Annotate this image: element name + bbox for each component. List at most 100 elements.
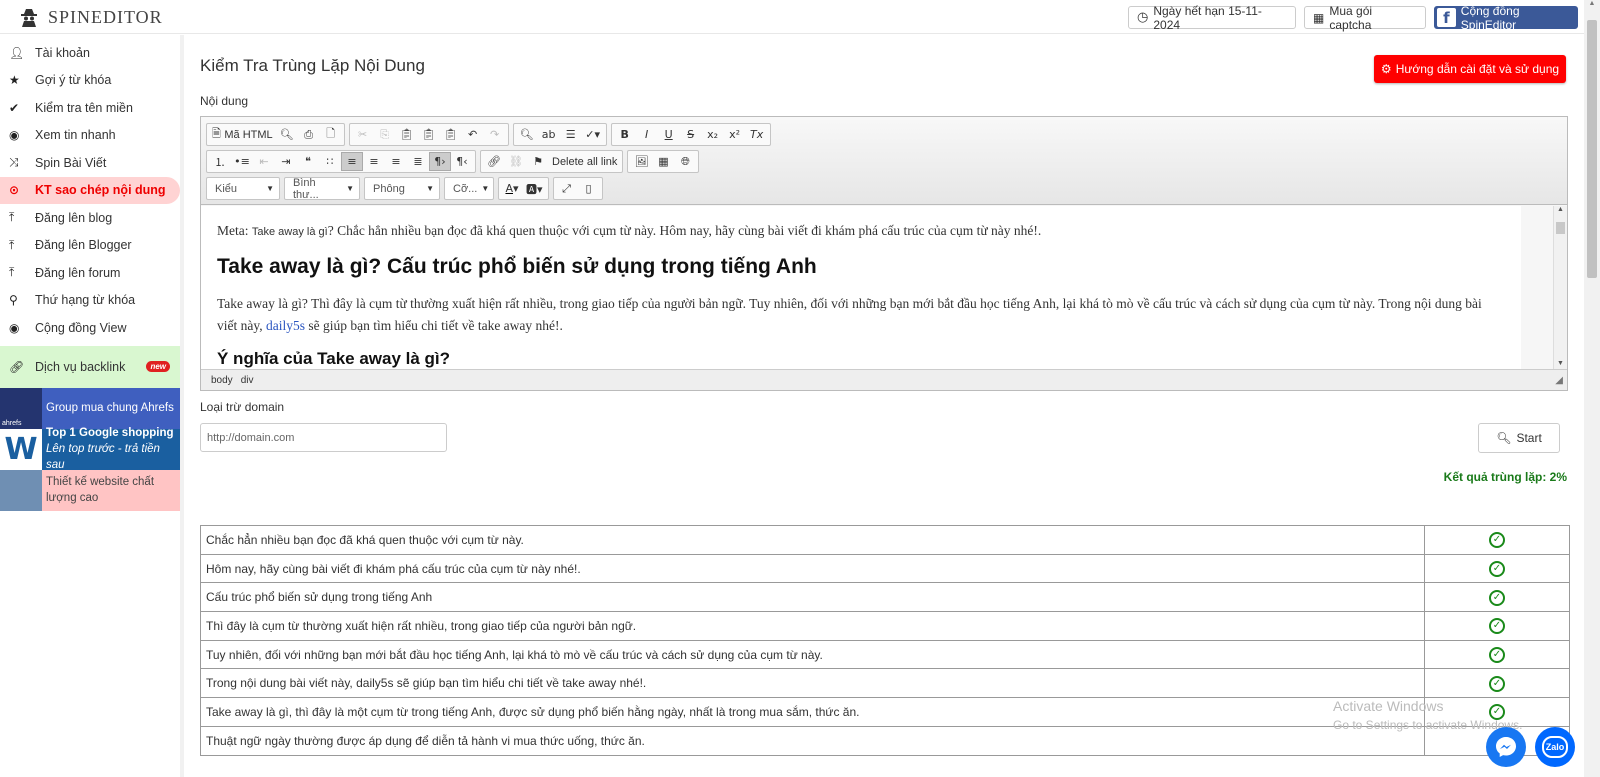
format-combo[interactable]: Bình thư... ▼: [284, 177, 360, 201]
indent-icon[interactable]: ⇥: [275, 152, 297, 171]
sidebar-item-domain-check[interactable]: ✔ Kiểm tra tên miền: [0, 94, 180, 122]
check-circle-icon: ✓: [1489, 647, 1505, 664]
promo-ahrefs[interactable]: ahrefs Group mua chung Ahrefs: [0, 387, 180, 429]
delete-all-links-button[interactable]: Delete all link: [549, 152, 620, 171]
link-icon[interactable]: 🔗︎: [483, 152, 505, 171]
editor-document[interactable]: Meta: Take away là gì? Chắc hẳn nhiều bạ…: [201, 206, 1521, 369]
sidebar-item-backlink[interactable]: 🔗︎ Dịch vụ backlink new: [0, 345, 180, 388]
bg-color-icon[interactable]: 🅰︎▾: [523, 179, 546, 198]
sidebar-item-label: Cộng đồng View: [35, 320, 127, 335]
unlink-icon[interactable]: ⛓: [505, 152, 527, 171]
numbered-list-icon[interactable]: ⒈: [209, 152, 231, 171]
sidebar-item-quick-news[interactable]: ◉ Xem tin nhanh: [0, 122, 180, 150]
path-div[interactable]: div: [241, 375, 254, 386]
strike-icon[interactable]: S: [680, 125, 702, 144]
status-cell: ✓: [1424, 668, 1570, 699]
table-row: Trong nội dung bài viết này, daily5s sẽ …: [200, 668, 1570, 699]
paste-word-icon[interactable]: 📋︎: [440, 125, 462, 144]
anchor-icon[interactable]: ⚑: [527, 152, 549, 171]
sidebar-item-account[interactable]: 👤︎ Tài khoản: [0, 39, 180, 67]
bulleted-list-icon[interactable]: •≡: [231, 152, 253, 171]
copy-icon[interactable]: ⎘: [374, 125, 396, 144]
promo-web-design[interactable]: Thiết kế website chất lượng cao: [0, 469, 180, 511]
outdent-icon[interactable]: ⇤: [253, 152, 275, 171]
sidebar-item-post-blogger[interactable]: ⤒ Đăng lên Blogger: [0, 232, 180, 260]
link-group: 🔗︎ ⛓ ⚑ Delete all link: [480, 150, 624, 173]
rtl-icon[interactable]: ¶‹: [451, 152, 473, 171]
print-icon[interactable]: ⎙: [298, 125, 320, 144]
text-color-icon[interactable]: A ▾: [501, 179, 523, 198]
table-row: Cấu trúc phổ biến sử dụng trong tiếng An…: [200, 582, 1570, 613]
sentence-cell: Thuật ngữ ngày thường được áp dụng để di…: [200, 725, 1425, 756]
div-icon[interactable]: ∷: [319, 152, 341, 171]
remove-format-icon[interactable]: Tx: [746, 125, 768, 144]
scroll-up-icon[interactable]: ▲: [1554, 206, 1567, 213]
find-group: 🔍︎ ab ☰ ✓▾: [512, 123, 607, 146]
style-combo[interactable]: Kiểu ▼: [206, 177, 280, 200]
align-left-icon[interactable]: ≡: [341, 152, 363, 171]
sidebar-item-label: Tài khoản: [35, 45, 90, 60]
resize-handle-icon[interactable]: ◢: [1555, 375, 1563, 386]
community-button[interactable]: f Cộng đồng SpinEditor: [1434, 4, 1578, 32]
justify-icon[interactable]: ≣: [407, 152, 429, 171]
superscript-icon[interactable]: x²: [724, 125, 746, 144]
expiry-button[interactable]: ◷ Ngày hết hạn 15-11-2024: [1128, 4, 1296, 32]
spellcheck-icon[interactable]: ✓▾: [582, 125, 604, 144]
messenger-button[interactable]: [1486, 727, 1526, 767]
daily5s-link[interactable]: daily5s: [266, 318, 305, 333]
cut-icon[interactable]: ✂: [352, 125, 374, 144]
paste-icon[interactable]: 📋︎: [396, 125, 418, 144]
logo[interactable]: SPINEDITOR: [18, 6, 163, 28]
align-center-icon[interactable]: ≡: [363, 152, 385, 171]
color-group: A ▾ 🅰︎▾: [498, 177, 549, 200]
underline-icon[interactable]: U: [658, 125, 680, 144]
show-blocks-icon[interactable]: ▯: [578, 179, 600, 198]
redo-icon[interactable]: ↷: [484, 125, 506, 144]
sidebar-item-keyword-rank[interactable]: ⚲ Thứ hạng từ khóa: [0, 287, 180, 315]
blockquote-icon[interactable]: ❝: [297, 152, 319, 171]
iframe-icon[interactable]: 🌐︎: [674, 152, 696, 171]
chevron-down-icon: ▼: [266, 184, 274, 193]
italic-icon[interactable]: I: [636, 125, 658, 144]
maximize-icon[interactable]: ⤢: [556, 179, 578, 198]
source-button[interactable]: 🗎︎ Mã HTML: [209, 125, 276, 144]
star-icon: ★: [9, 73, 20, 88]
paste-text-icon[interactable]: 📋︎: [418, 125, 440, 144]
font-combo-value: Phông: [373, 182, 405, 195]
image-icon[interactable]: 🖼︎: [630, 152, 652, 171]
font-combo[interactable]: Phông ▼: [364, 177, 440, 200]
sidebar-item-post-forum[interactable]: ⤒ Đăng lên forum: [0, 259, 180, 287]
captcha-button[interactable]: ▦ Mua gói captcha: [1304, 4, 1426, 32]
exclude-domain-input[interactable]: [200, 423, 447, 452]
preview-icon[interactable]: 🔍︎: [276, 125, 298, 144]
link-icon: 🔗︎: [9, 359, 25, 374]
page-scroll-thumb[interactable]: [1587, 20, 1597, 278]
replace-icon[interactable]: ab: [538, 125, 560, 144]
promo-google-shopping[interactable]: W Top 1 Google shopping Lên top trước - t…: [0, 427, 180, 471]
subscript-icon[interactable]: x₂: [702, 125, 724, 144]
ltr-icon[interactable]: ¶›: [429, 152, 451, 171]
templates-icon[interactable]: 🗋︎: [320, 125, 342, 144]
scroll-down-icon[interactable]: ▼: [1554, 360, 1567, 367]
select-all-icon[interactable]: ☰: [560, 125, 582, 144]
bold-icon[interactable]: B: [614, 125, 636, 144]
editor-scroll-thumb[interactable]: [1556, 222, 1565, 234]
size-combo[interactable]: Cỡ... ▼: [444, 177, 494, 200]
find-icon[interactable]: 🔍︎: [516, 125, 538, 144]
align-right-icon[interactable]: ≡: [385, 152, 407, 171]
table-icon[interactable]: ▦: [652, 152, 674, 171]
page-scrollbar[interactable]: ▲: [1584, 0, 1600, 777]
undo-icon[interactable]: ↶: [462, 125, 484, 144]
editor-scrollbar[interactable]: ▲ ▼: [1553, 206, 1567, 369]
zalo-button[interactable]: Zalo: [1535, 727, 1575, 767]
sidebar-item-post-blog[interactable]: ⤒ Đăng lên blog: [0, 204, 180, 232]
path-body[interactable]: body: [211, 375, 233, 386]
chevron-down-icon: ▼: [346, 184, 354, 193]
sidebar-item-keyword-suggest[interactable]: ★ Gợi ý từ khóa: [0, 67, 180, 95]
start-button[interactable]: 🔍︎ Start: [1478, 423, 1560, 453]
sidebar-item-spin[interactable]: ⤨ Spin Bài Viết: [0, 149, 180, 177]
page-scroll-up-icon[interactable]: ▲: [1584, 0, 1600, 7]
sidebar-item-community-view[interactable]: ◉ Cộng đồng View: [0, 314, 180, 342]
guide-button[interactable]: ⚙ Hướng dẫn cài đặt và sử dụng: [1374, 55, 1566, 83]
sidebar-item-copy-check[interactable]: ⊙ KT sao chép nội dung: [0, 176, 180, 204]
